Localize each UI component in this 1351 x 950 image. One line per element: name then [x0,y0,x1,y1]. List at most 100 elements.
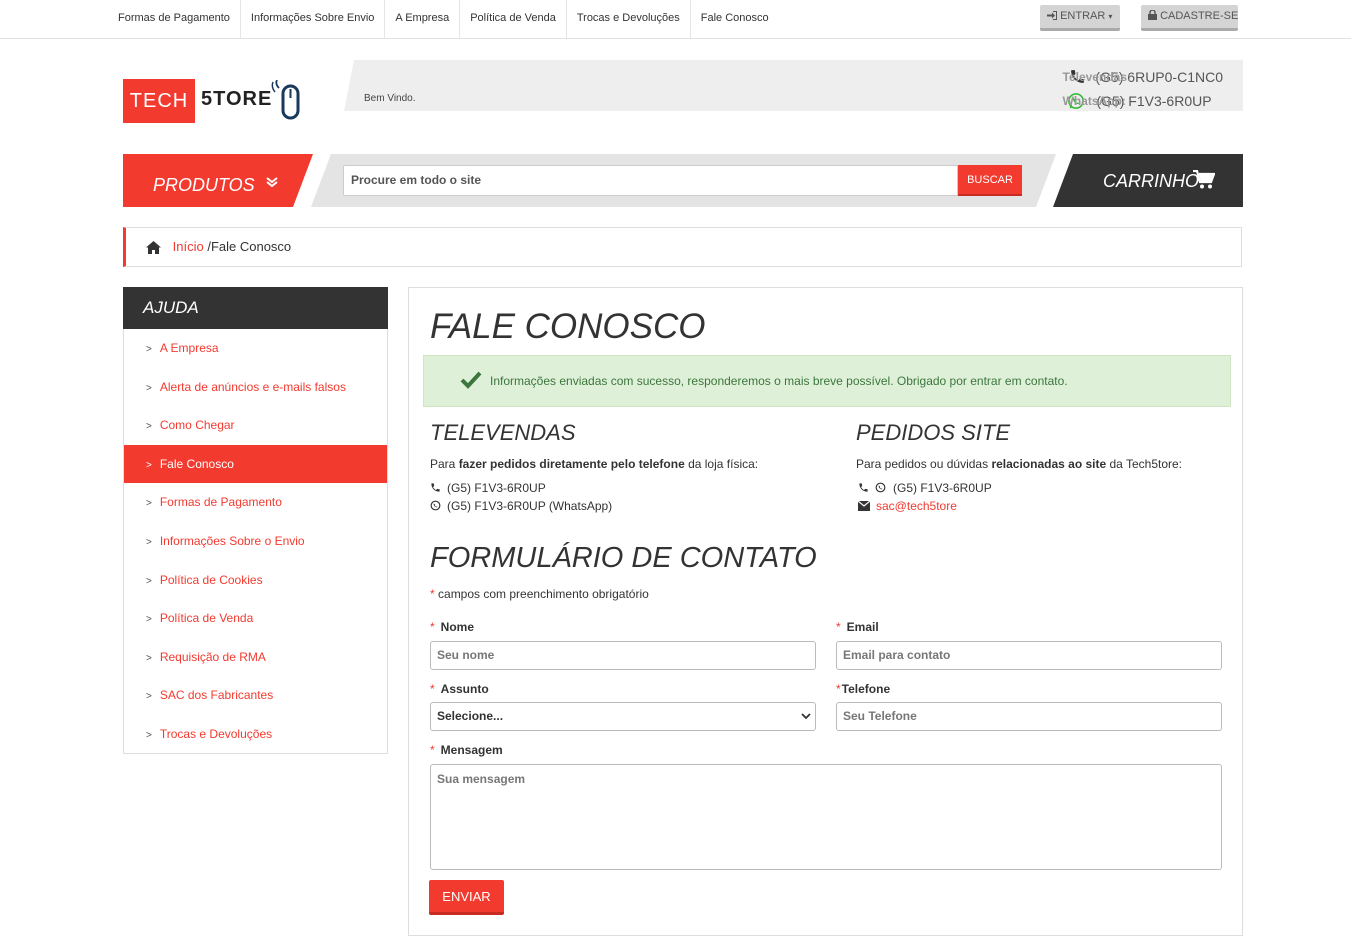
chevron-right-icon: > [146,344,152,355]
email-input[interactable]: Email para contato [836,641,1222,670]
televendas-description: Para fazer pedidos diretamente pelo tele… [430,457,759,471]
televendas-line: Televendas: (G5) 6RUP0-C1NC0 [1063,65,1223,89]
sidebar-item-label: Política de Venda [159,611,254,626]
pedidos-title: PEDIDOS SITE [856,420,1011,445]
mensagem-label: * Mensagem [430,743,503,757]
televendas-label: Televendas: [1062,70,1131,84]
sidebar-item-envio[interactable]: > Informações Sobre o Envio [124,522,387,561]
chevron-right-icon: > [146,498,152,510]
chevron-right-icon: > [146,729,152,741]
telefone-label: *Telefone [836,682,891,696]
sidebar-item-label: Requisição de RMA [159,649,266,664]
top-bar: Formas de Pagamento Informações Sobre En… [0,0,1351,39]
logo-tech-text: TECH [123,79,195,123]
whatsapp-icon [430,500,441,511]
breadcrumb-current: /Fale Conosco [207,239,292,254]
pedidos-description: Para pedidos ou dúvidas relacionadas ao … [856,457,1183,471]
top-link-pagamento[interactable]: Formas de Pagamento [108,0,241,38]
chevron-right-icon: > [146,652,152,664]
success-alert: Informações enviadas com sucesso, respon… [423,355,1231,407]
whatsapp-icon [875,482,886,493]
sidebar-item-label: Informações Sobre o Envio [159,533,305,548]
chevron-right-icon: > [146,382,152,394]
email-link[interactable]: sac@tech5tore [876,499,957,513]
top-link-trocas[interactable]: Trocas e Devoluções [567,0,691,38]
caret-down-icon: ▾ [1108,12,1113,21]
lock-icon [1148,9,1157,20]
login-label: ENTRAR [1060,10,1106,22]
whatsapp-line: WhatsApp: (G5) F1V3-6R0UP [1062,89,1223,111]
chevron-right-icon: > [146,536,152,548]
sidebar-item-label: Formas de Pagamento [159,495,282,510]
sidebar-item-sac[interactable]: > SAC dos Fabricantes [124,676,387,715]
main-nav: PRODUTOS Procure em todo o site BUSCAR C… [123,154,1243,207]
logo-store-text: 5TORE [201,88,273,110]
page-title: FALE CONOSCO [430,307,706,346]
top-link-fale-conosco[interactable]: Fale Conosco [691,0,779,38]
top-link-politica-venda[interactable]: Política de Venda [460,0,567,38]
register-label: CADASTRE-SE [1160,10,1239,22]
phone-icon [431,483,440,492]
sidebar-item-fale-conosco[interactable]: > Fale Conosco [124,444,387,484]
sidebar-item-politica-venda[interactable]: > Política de Venda [124,599,387,638]
chevron-down-icon [801,713,811,720]
whatsapp-label: WhatsApp: [1062,94,1126,108]
cart-label: CARRINHO [1103,171,1200,191]
search-input[interactable]: Procure em todo o site [343,165,958,196]
sidebar-item-formas-pagamento[interactable]: > Formas de Pagamento [124,483,387,522]
search-button[interactable]: BUSCAR [958,165,1022,196]
top-link-empresa[interactable]: A Empresa [385,0,461,38]
sidebar-item-trocas[interactable]: > Trocas e Devoluções [124,715,387,754]
breadcrumb: Início /Fale Conosco [123,227,1242,267]
products-label: PRODUTOS [153,175,255,195]
main-content: FALE CONOSCO Informações enviadas com su… [408,287,1243,936]
sidebar-item-label: Fale Conosco [159,456,234,471]
sidebar-item-cookies[interactable]: > Política de Cookies [124,561,387,600]
sidebar-item-como-chegar[interactable]: > Como Chegar [124,406,387,445]
sidebar-item-a-empresa[interactable]: > A Empresa [124,329,387,368]
breadcrumb-home-link[interactable]: Início [173,239,204,254]
chevron-right-icon: > [146,575,152,587]
televendas-phone: (G5) F1V3-6R0UP [430,481,546,495]
assunto-selected-value: Selecione... [437,709,504,723]
top-links: Formas de Pagamento Informações Sobre En… [108,0,779,38]
help-sidebar: AJUDA > A Empresa > Alerta de anúncios e e… [123,287,388,754]
pedidos-phone: (G5) F1V3-6R0UP [858,481,992,495]
televendas-whatsapp: (G5) F1V3-6R0UP (WhatsApp) [430,499,612,513]
sidebar-item-label: Como Chegar [159,418,235,433]
nome-input[interactable]: Seu nome [430,641,816,670]
chevron-right-icon: > [146,421,152,433]
top-link-envio[interactable]: Informações Sobre Envio [241,0,386,38]
cart-button[interactable]: CARRINHO [1053,154,1243,207]
nome-label: * Nome [430,620,475,634]
submit-button[interactable]: ENVIAR [429,880,504,915]
assunto-select[interactable]: Selecione... [430,702,816,731]
sidebar-item-rma[interactable]: > Requisição de RMA [124,638,387,677]
register-button[interactable]: CADASTRE-SE [1141,5,1238,31]
sidebar-item-label: Alerta de anúncios e e-mails falsos [159,379,346,394]
sidebar-item-label: Trocas e Devoluções [159,726,273,741]
sidebar-item-label: A Empresa [159,341,219,355]
double-chevron-down-icon [266,175,278,191]
mouse-icon [271,80,300,120]
sidebar-item-label: SAC dos Fabricantes [159,688,274,703]
contact-phones: Televendas: (G5) 6RUP0-C1NC0 WhatsApp: (… [1062,65,1223,111]
sidebar-title: AJUDA [123,287,388,329]
login-button[interactable]: ENTRAR ▾ [1040,5,1120,31]
sidebar-item-label: Política de Cookies [159,572,263,587]
chevron-right-icon: > [146,691,152,703]
welcome-text: Bem Vindo. [364,93,416,104]
welcome-bar: Bem Vindo. Televendas: (G5) 6RUP0-C1NC0 … [344,60,1243,111]
home-icon[interactable] [146,241,161,255]
mensagem-textarea[interactable]: Sua mensagem [430,764,1222,870]
cart-icon [1193,170,1215,189]
required-note: * campos com preenchimento obrigatório [430,587,649,601]
phone-icon [859,483,868,492]
store-logo[interactable]: TECH 5TORE [123,78,313,126]
telefone-input[interactable]: Seu Telefone [836,702,1222,731]
products-menu-button[interactable]: PRODUTOS [123,154,313,207]
pedidos-email: sac@tech5tore [857,499,957,513]
assunto-label: * Assunto [430,682,489,696]
email-label: * Email [836,620,879,634]
sidebar-item-alerta[interactable]: > Alerta de anúncios e e-mails falsos [124,368,387,407]
